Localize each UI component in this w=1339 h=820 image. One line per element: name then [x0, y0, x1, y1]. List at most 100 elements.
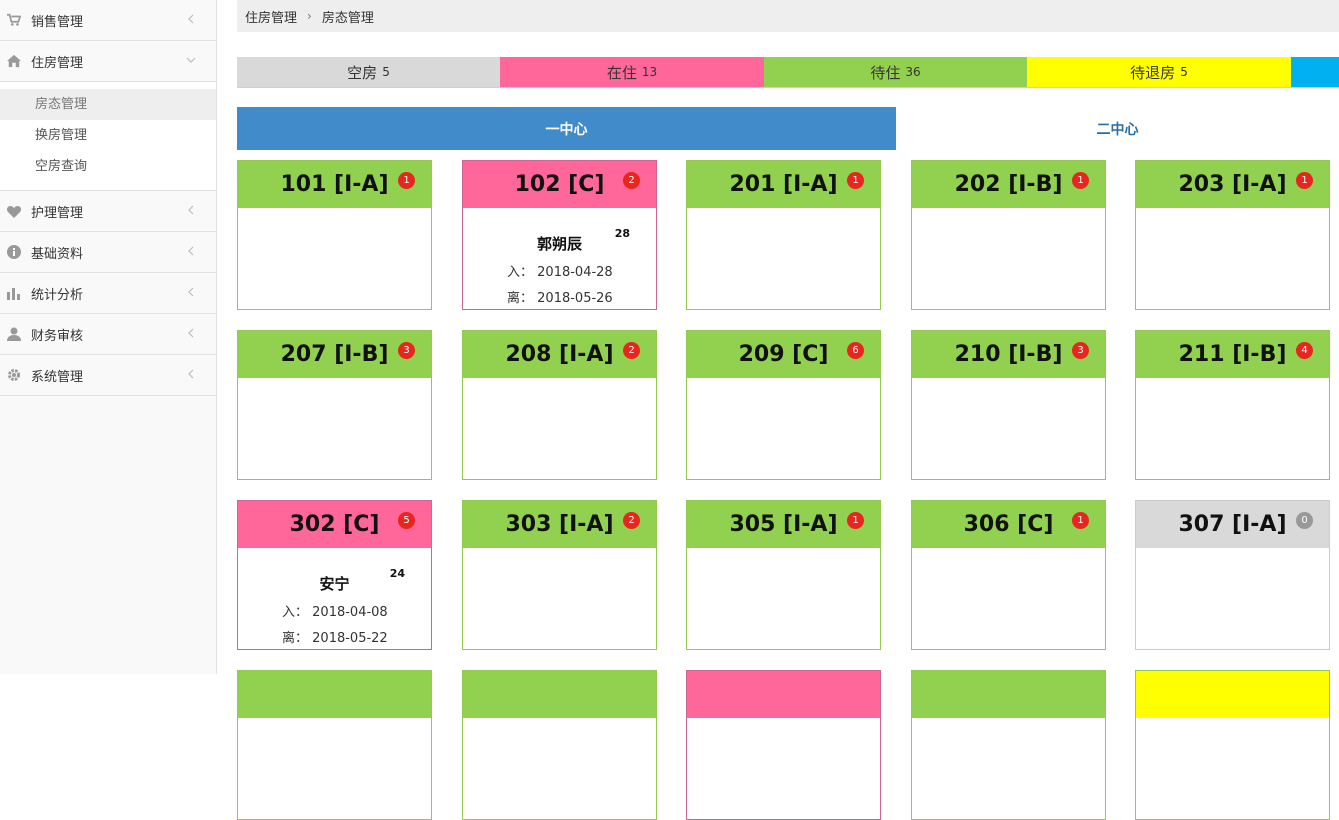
stay-days: 28 — [614, 227, 630, 240]
room-badge: 1 — [398, 172, 415, 189]
status-occupied[interactable]: 在住 13 — [500, 57, 764, 87]
room-title: 211 [I-B] — [1178, 342, 1287, 367]
status-count: 5 — [382, 65, 390, 79]
nav-item-housing[interactable]: 住房管理 — [0, 41, 216, 82]
room-title: 207 [I-B] — [280, 342, 389, 367]
room-badge: 3 — [398, 342, 415, 359]
room-card[interactable]: 208 [I-A] 2 — [462, 330, 657, 480]
room-card-header: 306 [C] 1 — [912, 501, 1105, 548]
info-icon — [7, 245, 21, 259]
room-card-body — [238, 378, 431, 479]
room-card[interactable] — [237, 670, 432, 820]
room-badge: 4 — [1296, 342, 1313, 359]
room-card[interactable]: 102 [C] 2 郭朔辰 28 入： 2018-04-28 离： 2018-05-26 — [462, 160, 657, 310]
room-card[interactable]: 203 [I-A] 1 — [1135, 160, 1330, 310]
breadcrumb-housing[interactable]: 住房管理 — [245, 7, 297, 26]
home-icon — [7, 54, 21, 68]
chevron-left-icon — [188, 328, 194, 338]
room-card[interactable]: 207 [I-B] 3 — [237, 330, 432, 480]
nav-item-finance[interactable]: 财务审核 — [0, 314, 216, 355]
checkout-label: 离： — [282, 631, 309, 646]
room-card[interactable] — [911, 670, 1106, 820]
room-card-body — [912, 718, 1105, 819]
nav-label: 住房管理 — [31, 55, 84, 71]
room-badge: 1 — [1296, 172, 1313, 189]
nav-label: 系统管理 — [31, 369, 84, 385]
sub-item-vacancy-query[interactable]: 空房查询 — [0, 151, 216, 182]
room-badge: 0 — [1296, 512, 1313, 529]
cart-icon — [7, 13, 21, 27]
room-card-header: 207 [I-B] 3 — [238, 331, 431, 378]
room-title: 203 [I-A] — [1178, 172, 1287, 197]
room-badge: 2 — [623, 512, 640, 529]
status-label: 待住 — [870, 63, 901, 82]
status-filter-bar: 空房 5 在住 13 待住 36 待退房 5 — [237, 57, 1339, 88]
checkout-label: 离： — [507, 291, 534, 306]
nav-label: 护理管理 — [31, 205, 84, 221]
status-label: 待退房 — [1130, 63, 1176, 82]
housing-submenu: 房态管理 换房管理 空房查询 — [0, 82, 216, 191]
room-badge: 1 — [1072, 172, 1089, 189]
room-card[interactable] — [462, 670, 657, 820]
nav-label: 统计分析 — [31, 287, 84, 303]
room-card[interactable]: 306 [C] 1 — [911, 500, 1106, 650]
room-card-body — [238, 208, 431, 309]
room-card-body — [1136, 378, 1329, 479]
room-card-body — [687, 378, 880, 479]
checkin-line: 入： 2018-04-08 — [282, 601, 388, 620]
checkout-date: 2018-05-22 — [312, 631, 388, 646]
room-card-header: 305 [I-A] 1 — [687, 501, 880, 548]
room-card-header: 201 [I-A] 1 — [687, 161, 880, 208]
room-card[interactable]: 302 [C] 5 安宁 24 入： 2018-04-08 离： 2018-05-22 — [237, 500, 432, 650]
room-title: 306 [C] — [963, 512, 1054, 537]
tab-center-2[interactable]: 二中心 — [896, 107, 1339, 150]
nav-item-care[interactable]: 护理管理 — [0, 191, 216, 232]
room-card[interactable] — [1135, 670, 1330, 820]
nav-item-sales[interactable]: 销售管理 — [0, 0, 216, 41]
room-card-body — [238, 718, 431, 819]
room-card[interactable]: 209 [C] 6 — [686, 330, 881, 480]
nav-item-statistics[interactable]: 统计分析 — [0, 273, 216, 314]
status-label: 空房 — [347, 63, 378, 82]
room-card[interactable]: 202 [I-B] 1 — [911, 160, 1106, 310]
status-vacant[interactable]: 空房 5 — [237, 57, 500, 87]
room-title: 102 [C] — [514, 172, 605, 197]
room-card-body — [687, 718, 880, 819]
room-card[interactable]: 305 [I-A] 1 — [686, 500, 881, 650]
room-card-body — [912, 208, 1105, 309]
room-title: 208 [I-A] — [505, 342, 614, 367]
room-card[interactable]: 210 [I-B] 3 — [911, 330, 1106, 480]
breadcrumb-separator: › — [307, 9, 312, 23]
sub-item-room-change[interactable]: 换房管理 — [0, 120, 216, 151]
sub-item-room-status[interactable]: 房态管理 — [0, 89, 216, 120]
checkout-date: 2018-05-26 — [537, 291, 613, 306]
status-pending-checkin[interactable]: 待住 36 — [764, 57, 1027, 87]
status-other[interactable] — [1291, 57, 1339, 87]
chevron-down-icon — [186, 57, 196, 63]
room-card[interactable] — [686, 670, 881, 820]
user-icon — [7, 327, 21, 341]
room-card-body: 郭朔辰 28 入： 2018-04-28 离： 2018-05-26 — [463, 208, 656, 309]
checkin-line: 入： 2018-04-28 — [507, 261, 613, 280]
room-card-body — [463, 548, 656, 649]
room-card-header — [912, 671, 1105, 718]
room-card-body — [463, 718, 656, 819]
room-card-body — [912, 548, 1105, 649]
room-card-header: 102 [C] 2 — [463, 161, 656, 208]
room-card[interactable]: 303 [I-A] 2 — [462, 500, 657, 650]
room-card[interactable]: 307 [I-A] 0 — [1135, 500, 1330, 650]
status-count: 13 — [641, 65, 658, 79]
nav-item-basic-data[interactable]: 基础资料 — [0, 232, 216, 273]
status-pending-checkout[interactable]: 待退房 5 — [1027, 57, 1291, 87]
breadcrumb-room-status: 房态管理 — [321, 10, 374, 26]
room-card-body — [1136, 718, 1329, 819]
room-card-header — [1136, 671, 1329, 718]
room-card[interactable]: 201 [I-A] 1 — [686, 160, 881, 310]
breadcrumb: 住房管理 › 房态管理 — [237, 0, 1339, 32]
nav-item-system[interactable]: 系统管理 — [0, 355, 216, 396]
tab-center-1[interactable]: 一中心 — [237, 107, 896, 150]
room-card[interactable]: 211 [I-B] 4 — [1135, 330, 1330, 480]
room-badge: 3 — [1072, 342, 1089, 359]
room-card[interactable]: 101 [I-A] 1 — [237, 160, 432, 310]
room-badge: 2 — [623, 172, 640, 189]
